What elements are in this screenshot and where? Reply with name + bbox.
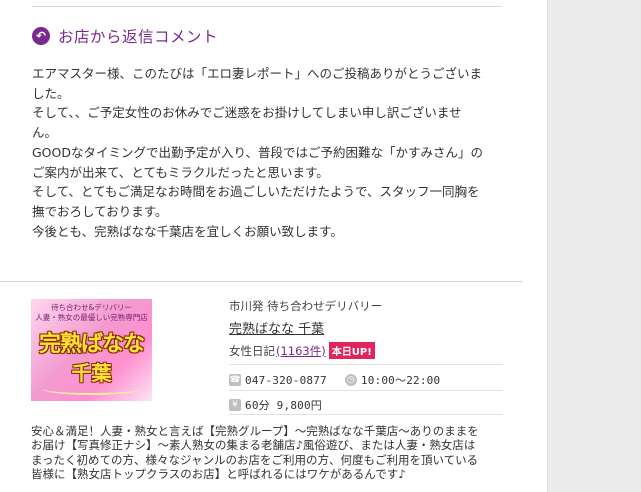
reply-comment: エアマスター様、このたびは「エロ妻レポート」へのご投稿ありがとうございま した。… xyxy=(32,64,507,241)
phone-icon: ☎ xyxy=(229,374,241,386)
shop-phone[interactable]: 047-320-0877 xyxy=(245,374,327,387)
logo-tagline: 待ち合わせ&デリバリー 人妻・熟女の最優しい完熟専門店 xyxy=(35,303,148,322)
reply-line: した。 xyxy=(32,85,70,101)
today-badge: 本日UP! xyxy=(328,342,375,359)
reply-header: ↶ お店から返信コメント xyxy=(32,25,218,47)
shop-logo[interactable]: 待ち合わせ&デリバリー 人妻・熟女の最優しい完熟専門店 完熟ばなな 千葉 xyxy=(31,299,152,401)
reply-line: ご案内が出来て、とてもミラクルだったと思います。 xyxy=(32,164,329,180)
description-line: 安心＆満足！人妻・熟女と言えば【完熟グループ】～完熟ばなな千葉店～ありのままを xyxy=(31,424,479,438)
reply-line: ん。 xyxy=(32,125,58,141)
shop-hours: 10:00～22:00 xyxy=(360,374,441,387)
clock-icon: ◷ xyxy=(344,374,357,386)
shop-name-link[interactable]: 完熟ばなな 千葉 xyxy=(229,318,324,337)
shop-description: 安心＆満足！人妻・熟女と言えば【完熟グループ】～完熟ばなな千葉店～ありのままを … xyxy=(31,424,511,482)
divider xyxy=(229,414,503,415)
main-content: ↶ お店から返信コメント エアマスター様、このたびは「エロ妻レポート」へのご投稿… xyxy=(0,0,547,492)
contact-row: ☎ 047-320-0877 ◷ 10:00～22:00 xyxy=(229,372,440,388)
price-row: ¥ 60分 9,800円 xyxy=(229,397,322,413)
divider xyxy=(32,6,502,7)
reply-line: エアマスター様、このたびは「エロ妻レポート」へのご投稿ありがとうございま xyxy=(32,66,483,81)
description-line: 皆様に【熟女店トップクラスのお店】と呼ばれるにはワケがあるんです♪ xyxy=(31,467,406,482)
description-line: まったく初めての方、様々なジャンルのお店をご利用の方、何度もご利用を頂いている xyxy=(31,452,479,467)
diary-label: 女性日記 xyxy=(229,343,275,358)
divider xyxy=(229,364,503,365)
shop-price: 60分 9,800円 xyxy=(245,399,322,412)
reply-line: そして、、ご予定女性のお休みでご迷惑をお掛けしてしまい申し訳ございませ xyxy=(32,105,462,121)
reply-line: GOODなタイミングで出勤予定が入り、普段ではご予約困難な「かすみさん」の xyxy=(32,144,483,160)
divider xyxy=(229,390,503,391)
reply-line: 今後とも、完熟ばなな千葉店を宜しくお願い致します。 xyxy=(32,223,343,239)
reply-line: そして、とてもご満足なお時間をお過ごしいただけたようで、スタッフ一同胸を xyxy=(32,184,480,200)
page-edge xyxy=(547,0,548,492)
reply-title: お店から返信コメント xyxy=(58,28,219,46)
description-line: お届け【写真修正ナシ】～素人熟女の集まる老舗店♪風俗遊び、または人妻・熟女店は xyxy=(31,438,476,453)
divider xyxy=(0,281,523,282)
logo-decoration xyxy=(43,383,140,395)
logo-main-text: 完熟ばなな xyxy=(38,332,145,357)
diary-count-link[interactable]: (1163件) xyxy=(276,343,326,359)
reply-line: 撫でおろしております。 xyxy=(32,203,168,219)
diary-row: 女性日記 (1163件) 本日UP! xyxy=(229,342,375,359)
shop-area: 市川発 待ち合わせデリバリー xyxy=(229,299,383,313)
yen-icon: ¥ xyxy=(229,399,241,411)
reply-arrow-icon: ↶ xyxy=(32,27,50,45)
logo-sub-text: 千葉 xyxy=(71,361,112,385)
